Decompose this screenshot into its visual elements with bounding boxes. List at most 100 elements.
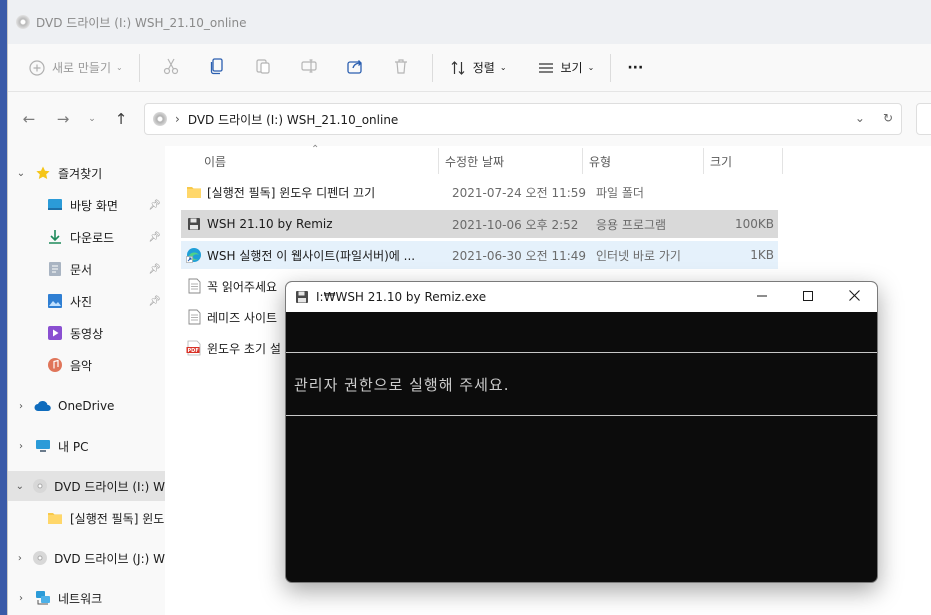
chevron-down-icon: ⌄ [116, 63, 123, 72]
file-name: [실행전 필독] 윈도우 디펜더 끄기 [207, 185, 376, 200]
forward-button[interactable]: → [46, 104, 80, 134]
file-size: 100KB [734, 217, 774, 231]
back-button[interactable]: ← [12, 104, 46, 134]
sidebar-item-label: [실행전 필독] 윈도 [70, 511, 165, 526]
sidebar-item-music[interactable]: 음악 [8, 350, 165, 380]
file-date: 2021-10-06 오후 2:52 [452, 217, 579, 232]
table-row[interactable]: WSH 21.10 by Remiz 2021-10-06 오후 2:52 응용… [181, 210, 778, 238]
sort-button[interactable]: 정렬 ⌄ [441, 52, 515, 84]
column-header-size[interactable]: 크기 [710, 146, 732, 176]
network-icon [34, 590, 52, 606]
sidebar-item-label: 다운로드 [70, 230, 115, 245]
chevron-right-icon[interactable]: › [8, 401, 34, 412]
console-divider-line [286, 352, 877, 353]
navigation-row: ← → ⌄ ↑ › DVD 드라이브 (I:) WSH_21.10_online… [8, 92, 931, 146]
column-header-type[interactable]: 유형 [589, 146, 611, 176]
sidebar-item-dvd-drive-i[interactable]: ⌄ DVD 드라이브 (I:) W [8, 471, 165, 501]
column-header-name[interactable]: 이름 [204, 146, 226, 176]
column-header-date[interactable]: 수정한 날짜 [445, 146, 504, 176]
maximize-icon [803, 290, 813, 304]
table-row[interactable]: [실행전 필독] 윈도우 디펜더 끄기 2021-07-24 오전 11:59 … [181, 178, 778, 206]
svg-text:PDF: PDF [188, 348, 199, 354]
new-button[interactable]: 새로 만들기 ⌄ [20, 52, 131, 84]
column-divider[interactable] [438, 148, 439, 174]
sidebar-item-favorites[interactable]: ⌄ 즐겨찾기 [8, 158, 165, 188]
column-divider[interactable] [703, 148, 704, 174]
file-type: 파일 폴더 [596, 185, 644, 200]
up-button[interactable]: ↑ [104, 104, 138, 134]
more-options-button[interactable]: ··· [619, 52, 651, 84]
sidebar-item-label: DVD 드라이브 (J:) W [54, 551, 165, 566]
more-dots-icon: ··· [627, 59, 644, 76]
console-message: 관리자 권한으로 실행해 주세요. [294, 376, 510, 394]
sidebar-item-dvd-drive-j[interactable]: › DVD 드라이브 (J:) W [8, 543, 165, 573]
sidebar-item-documents[interactable]: 문서 📌︎ [8, 254, 165, 284]
paste-button[interactable] [240, 52, 286, 84]
pdf-file-icon: PDF [185, 340, 203, 356]
column-divider[interactable] [782, 148, 783, 174]
close-button[interactable] [831, 282, 877, 312]
dvd-drive-icon [32, 478, 48, 494]
minimize-icon [757, 290, 767, 304]
sidebar-item-this-pc[interactable]: › 내 PC [8, 431, 165, 461]
copy-button[interactable] [194, 52, 240, 84]
close-icon [848, 290, 860, 304]
dvd-drive-icon [16, 15, 30, 29]
chevron-right-icon[interactable]: › [8, 553, 32, 564]
file-name: WSH 실행전 이 웹사이트(파일서버)에 ... [207, 248, 416, 263]
folder-icon [46, 510, 64, 526]
arrow-right-icon: → [56, 110, 70, 128]
floppy-disk-icon [185, 216, 203, 232]
sidebar-item-onedrive[interactable]: › OneDrive [8, 391, 165, 421]
sidebar-item-desktop[interactable]: 바탕 화면 📌︎ [8, 190, 165, 220]
trash-icon [392, 57, 410, 78]
picture-icon [46, 293, 64, 309]
minimize-button[interactable] [739, 282, 785, 312]
cut-button[interactable] [148, 52, 194, 84]
share-button[interactable] [332, 52, 378, 84]
maximize-button[interactable] [785, 282, 831, 312]
share-icon [346, 57, 364, 78]
sidebar-item-pictures[interactable]: 사진 📌︎ [8, 286, 165, 316]
delete-button[interactable] [378, 52, 424, 84]
view-button[interactable]: 보기 ⌄ [529, 52, 603, 84]
address-bar[interactable]: › DVD 드라이브 (I:) WSH_21.10_online ⌄ ↻ [144, 103, 902, 135]
folder-icon [185, 184, 203, 200]
address-history-dropdown[interactable]: ⌄ [855, 111, 865, 125]
rename-button[interactable] [286, 52, 332, 84]
column-divider[interactable] [582, 148, 583, 174]
download-icon [46, 229, 64, 245]
breadcrumb[interactable]: DVD 드라이브 (I:) WSH_21.10_online [188, 111, 399, 128]
console-title-bar[interactable]: I:₩WSH 21.10 by Remiz.exe [286, 282, 877, 312]
pin-icon: 📌︎ [148, 231, 161, 243]
chevron-right-icon[interactable]: › [8, 441, 34, 452]
sidebar-item-network[interactable]: › 네트워크 [8, 583, 165, 613]
text-file-icon [185, 309, 203, 325]
list-view-icon [537, 59, 555, 77]
video-icon [46, 325, 64, 341]
file-type: 인터넷 바로 가기 [596, 248, 681, 263]
console-window[interactable]: I:₩WSH 21.10 by Remiz.exe 관리자 권한으로 실행해 주… [285, 281, 878, 583]
sidebar-item-defender-folder[interactable]: [실행전 필독] 윈도 [8, 503, 165, 533]
chevron-right-icon[interactable]: › [8, 593, 34, 604]
chevron-down-icon[interactable]: ⌄ [8, 168, 34, 179]
arrow-left-icon: ← [22, 110, 36, 128]
desktop-icon [46, 197, 64, 213]
music-icon [46, 357, 64, 373]
file-size: 1KB [750, 248, 774, 262]
pin-icon: 📌︎ [148, 295, 161, 307]
dvd-drive-icon [153, 112, 167, 126]
recent-locations-button[interactable]: ⌄ [80, 104, 104, 134]
chevron-down-icon[interactable]: ⌄ [8, 481, 32, 492]
search-input[interactable] [916, 103, 931, 135]
copy-icon [208, 57, 226, 78]
console-title: I:₩WSH 21.10 by Remiz.exe [316, 290, 487, 304]
sidebar-item-videos[interactable]: 동영상 [8, 318, 165, 348]
star-icon [34, 165, 52, 181]
dvd-drive-icon [32, 550, 48, 566]
sidebar-item-label: 내 PC [58, 439, 89, 454]
sort-ascending-icon: ⌃ [311, 144, 320, 155]
sidebar-item-downloads[interactable]: 다운로드 📌︎ [8, 222, 165, 252]
refresh-icon[interactable]: ↻ [883, 111, 893, 125]
table-row[interactable]: WSH 실행전 이 웹사이트(파일서버)에 ... 2021-06-30 오전 … [181, 241, 778, 269]
